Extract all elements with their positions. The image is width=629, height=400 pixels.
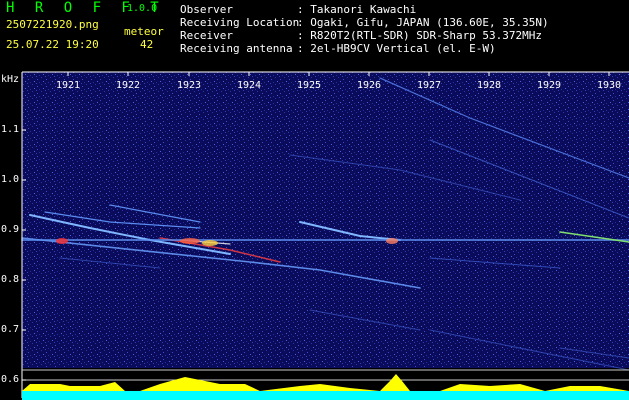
x-tick-label: 1923	[177, 80, 202, 91]
y-tick-label: 0.9	[1, 224, 20, 235]
x-tick-label: 1930	[597, 80, 622, 91]
y-axis-unit: kHz	[1, 74, 20, 85]
x-tick-label: 1922	[116, 80, 141, 91]
level-bars	[22, 374, 629, 400]
x-tick-label: 1927	[417, 80, 442, 91]
x-tick-label: 1925	[297, 80, 322, 91]
x-tick-label: 1929	[537, 80, 562, 91]
x-tick-label: 1928	[477, 80, 502, 91]
y-tick-label: 0.6	[1, 374, 20, 385]
y-tick-label: 1.0	[1, 174, 20, 185]
spectrogram-plot	[21, 71, 629, 400]
y-tick-label: 1.1	[1, 124, 20, 135]
y-tick-label: 0.7	[1, 324, 20, 335]
y-tick-label: 0.8	[1, 274, 20, 285]
x-tick-label: 1926	[357, 80, 382, 91]
x-tick-label: 1924	[237, 80, 262, 91]
spectrogram-area	[22, 72, 629, 368]
x-tick-label: 1921	[56, 80, 81, 91]
